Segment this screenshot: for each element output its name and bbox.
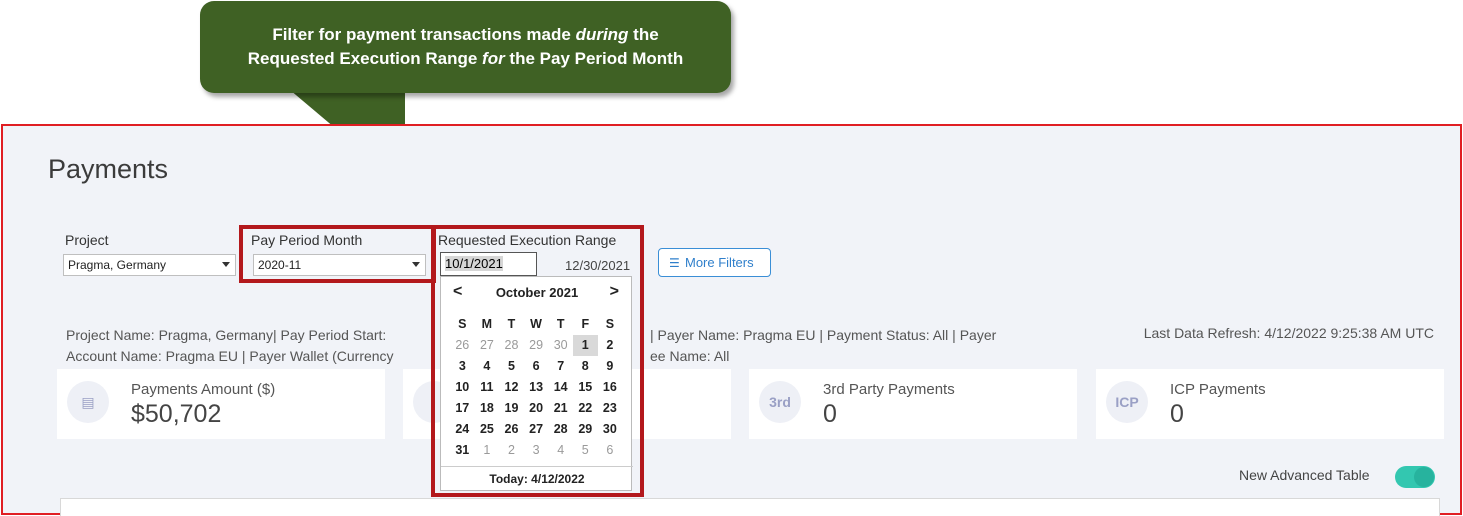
card-label: 3rd Party Payments	[823, 381, 955, 398]
pay-period-highlight	[239, 225, 436, 283]
payments-amount-card[interactable]: ▤ Payments Amount ($) $50,702	[57, 369, 385, 439]
advanced-table-toggle[interactable]	[1395, 466, 1435, 488]
filter-sliders-icon: ☰	[669, 256, 680, 270]
summary-line-1b: | Payer Name: Pragma EU | Payment Status…	[650, 327, 997, 343]
last-data-refresh: Last Data Refresh: 4/12/2022 9:25:38 AM …	[1143, 325, 1434, 341]
callout-line-2: Requested Execution Range for the Pay Pe…	[247, 49, 684, 68]
card-value: $50,702	[131, 400, 222, 428]
summary-line-1a: Project Name: Pragma, Germany| Pay Perio…	[66, 327, 387, 343]
page-title: Payments	[48, 154, 169, 184]
execution-range-highlight	[431, 225, 644, 497]
summary-line-2b: ee Name: All	[650, 348, 730, 364]
card-label: Payments Amount ($)	[131, 381, 276, 398]
card-label: ICP Payments	[1170, 381, 1266, 398]
third-party-icon: 3rd	[759, 381, 801, 423]
callout-line-1: Filter for payment transactions made dur…	[272, 25, 659, 44]
chevron-down-icon	[222, 262, 230, 267]
advanced-table-label: New Advanced Table	[1239, 467, 1370, 483]
screenshot-stage: Filter for payment transactions made dur…	[0, 0, 1463, 516]
summary-line-2a: Account Name: Pragma EU | Payer Wallet (…	[66, 348, 394, 364]
money-icon: ▤	[67, 381, 109, 423]
project-select[interactable]: Pragma, Germany	[63, 254, 236, 276]
icp-payments-card[interactable]: ICP ICP Payments 0	[1096, 369, 1444, 439]
more-filters-button[interactable]: ☰ More Filters	[658, 248, 771, 277]
project-filter-label: Project	[65, 232, 109, 248]
project-select-value: Pragma, Germany	[68, 258, 167, 272]
icp-icon: ICP	[1106, 381, 1148, 423]
payments-table	[60, 498, 1440, 516]
card-value: 0	[823, 400, 837, 428]
payments-panel: Payments Project Pragma, Germany Pay Per…	[1, 124, 1462, 516]
instruction-callout: Filter for payment transactions made dur…	[200, 1, 731, 93]
card-value: 0	[1170, 400, 1184, 428]
third-party-payments-card[interactable]: 3rd 3rd Party Payments 0	[749, 369, 1077, 439]
